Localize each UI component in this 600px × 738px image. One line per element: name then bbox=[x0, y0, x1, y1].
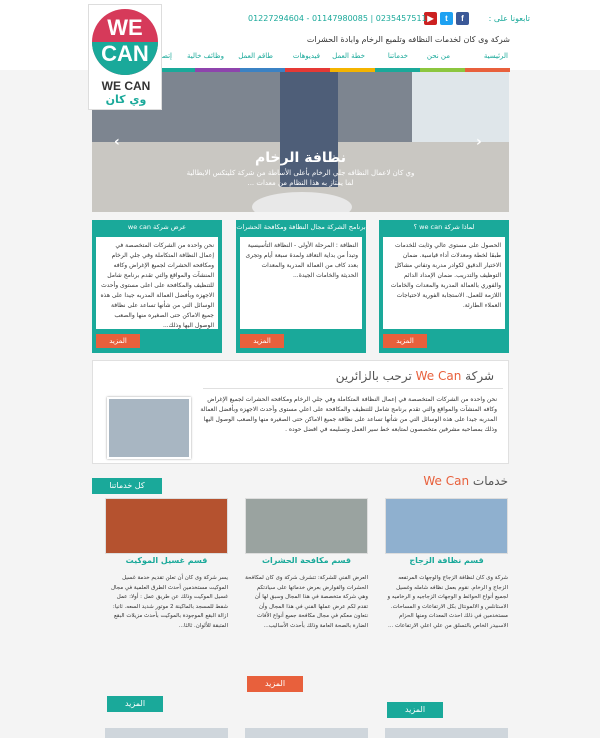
slide-caption-line-2: لما يمتاز به هذا النظام من معدات ... bbox=[247, 179, 354, 187]
welcome-title-suffix: ترحب بالزائرين bbox=[335, 369, 412, 383]
more-button[interactable]: المزيد bbox=[247, 676, 303, 692]
box-text: النظافة : المرحلة الأولى - النظافة التأس… bbox=[245, 242, 358, 279]
service-text: شركة وى كان لنظافة الزجاج والوجهات المرت… bbox=[387, 575, 508, 629]
main-nav: الرئيسية من نحن خدماتنا خطة العمل فيديوه… bbox=[150, 48, 510, 66]
nav-item-team[interactable]: طاقم العمل bbox=[238, 52, 273, 60]
box-heading: عرض شركة we can bbox=[127, 223, 187, 231]
services-title: خدمات We Can bbox=[423, 474, 508, 488]
pest-control-image bbox=[245, 498, 368, 554]
twitter-icon[interactable]: t bbox=[440, 12, 453, 25]
phone-numbers: 01227294604 - 01147980085 | 0235457511 bbox=[248, 14, 427, 23]
more-button[interactable]: المزيد bbox=[107, 696, 163, 712]
program-box: برنامج الشركة مجال النظافة ومكافحة الحشر… bbox=[236, 220, 366, 353]
more-button[interactable]: المزيد bbox=[383, 334, 427, 348]
nav-item-home[interactable]: الرئيسية bbox=[484, 52, 508, 60]
more-button[interactable]: المزيد bbox=[96, 334, 140, 348]
why-us-box: لماذا شركة we can ؟ الحصول على مستوى عال… bbox=[379, 220, 509, 353]
site-logo[interactable]: WE CAN WE CAN وي كان bbox=[88, 4, 162, 110]
follow-label: تابعونا على : bbox=[488, 14, 530, 23]
service-text: العرض الفني للشركة: تتشرف شركة وى كان لم… bbox=[245, 575, 368, 629]
site-tagline: شركة وى كان لخدمات النظافه وتلميع الرخام… bbox=[306, 35, 510, 44]
box-heading: برنامج الشركة مجال النظافة ومكافحة الحشر… bbox=[236, 223, 366, 231]
offer-box: عرض شركة we can نحن واحده من الشركات الم… bbox=[92, 220, 222, 353]
service-name[interactable]: قسم غسيل الموكيت bbox=[105, 556, 228, 565]
all-services-button[interactable]: كل خدماتنا bbox=[92, 478, 162, 494]
nav-item-jobs[interactable]: وظائف خالية bbox=[187, 52, 224, 60]
more-button[interactable]: المزيد bbox=[387, 702, 443, 718]
service-text: يسر شركة وى كان أن تعلن تقديم خدمة غسيل … bbox=[111, 575, 228, 629]
slide-caption: وي كان لاعمال النظافه جلي الرخام بأعلى ا… bbox=[92, 168, 509, 188]
slide-title: نظافة الرخام bbox=[254, 150, 347, 166]
slide-caption-line-1: وي كان لاعمال النظافه جلي الرخام بأعلى ا… bbox=[186, 169, 415, 177]
more-button[interactable]: المزيد bbox=[240, 334, 284, 348]
logo-bottom-text: CAN bbox=[101, 41, 149, 66]
chevron-right-icon[interactable]: › bbox=[476, 134, 490, 150]
welcome-title-brand: We Can bbox=[415, 369, 462, 383]
next-row-image bbox=[385, 728, 508, 738]
next-row-image bbox=[245, 728, 368, 738]
box-heading: لماذا شركة we can ؟ bbox=[413, 223, 475, 231]
logo-top-text: WE bbox=[107, 15, 143, 40]
box-text: الحصول على مستوى عالي وثابت للخدمات طبقا… bbox=[390, 242, 501, 309]
divider bbox=[203, 388, 503, 389]
logo-emblem: WE CAN bbox=[92, 9, 158, 75]
nav-item-about[interactable]: من نحن bbox=[427, 52, 450, 60]
nav-item-work-plan[interactable]: خطة العمل bbox=[332, 52, 365, 60]
services-title-prefix: خدمات bbox=[472, 474, 508, 488]
next-row-image bbox=[105, 728, 228, 738]
services-title-brand: We Can bbox=[423, 474, 470, 488]
chevron-left-icon[interactable]: ‹ bbox=[114, 134, 128, 150]
carpet-image bbox=[105, 498, 228, 554]
service-name[interactable]: قسم مكافحة الحشرات bbox=[245, 556, 368, 565]
nav-item-services[interactable]: خدماتنا bbox=[388, 52, 408, 60]
welcome-title-prefix: شركة bbox=[465, 369, 494, 383]
logo-arabic: وي كان bbox=[105, 93, 147, 106]
welcome-text: نحن واحده من الشركات المتخصصة في إعمال ا… bbox=[200, 396, 497, 433]
facebook-icon[interactable]: f bbox=[456, 12, 469, 25]
nav-item-videos[interactable]: فيديوهات bbox=[293, 52, 320, 60]
welcome-title: شركة We Can ترحب بالزائرين bbox=[336, 369, 494, 383]
box-text: نحن واحده من الشركات المتخصصة في إعمال ا… bbox=[100, 242, 214, 329]
logo-wordmark: WE CAN bbox=[101, 79, 151, 93]
glass-cleaning-image bbox=[385, 498, 508, 554]
cleaning-photo bbox=[107, 397, 191, 459]
window-image bbox=[412, 72, 509, 142]
welcome-section: شركة We Can ترحب بالزائرين نحن واحده من … bbox=[92, 360, 509, 464]
service-name[interactable]: قسم نظافة الزجاج bbox=[385, 556, 508, 565]
